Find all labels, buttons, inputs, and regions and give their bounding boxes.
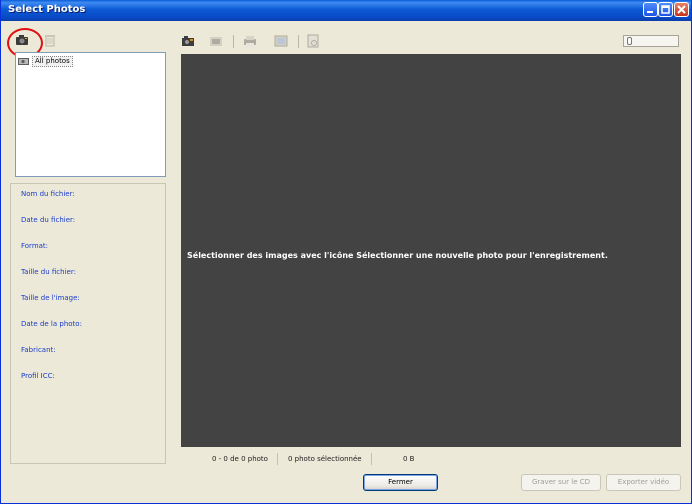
export-video-button[interactable]: Exporter vidéo bbox=[606, 474, 681, 491]
zoom-slider[interactable] bbox=[623, 35, 679, 47]
info-label-file-date: Date du fichier: bbox=[21, 216, 76, 224]
empty-preview-message: Sélectionner des images avec l'icône Sél… bbox=[187, 251, 608, 260]
tree-item-all-photos[interactable]: All photos bbox=[18, 55, 73, 67]
file-info-panel: Nom du fichier: Date du fichier: Format:… bbox=[10, 183, 166, 464]
zoom-slider-thumb[interactable] bbox=[627, 37, 632, 45]
toolbar-separator bbox=[233, 35, 234, 48]
minimize-icon bbox=[647, 11, 653, 13]
selected-count-status: 0 photo sélectionnée bbox=[288, 455, 362, 463]
toolbar-separator bbox=[298, 35, 299, 48]
maximize-button[interactable] bbox=[658, 2, 673, 17]
info-label-icc-profile: Profil ICC: bbox=[21, 372, 55, 380]
burn-cd-button[interactable]: Graver sur le CD bbox=[521, 474, 601, 491]
tree-item-label: All photos bbox=[32, 55, 73, 67]
close-icon bbox=[677, 5, 686, 14]
info-label-filename: Nom du fichier: bbox=[21, 190, 75, 198]
photo-preview-area[interactable]: Sélectionner des images avec l'icône Sél… bbox=[181, 54, 681, 447]
info-label-file-size: Taille du fichier: bbox=[21, 268, 76, 276]
info-label-photo-date: Date de la photo: bbox=[21, 320, 82, 328]
info-label-manufacturer: Fabricant: bbox=[21, 346, 56, 354]
close-window-button[interactable] bbox=[674, 2, 689, 17]
status-separator bbox=[277, 453, 278, 465]
minimize-button[interactable] bbox=[643, 2, 658, 17]
close-button[interactable]: Fermer bbox=[363, 474, 438, 491]
photos-folder-icon bbox=[18, 58, 29, 65]
select-photos-window: Select Photos All photos Nom du fichier:… bbox=[0, 0, 692, 504]
properties-icon[interactable] bbox=[306, 34, 320, 48]
slideshow-icon[interactable] bbox=[274, 34, 288, 48]
maximize-icon bbox=[661, 5, 670, 14]
album-tree[interactable]: All photos bbox=[15, 52, 166, 177]
window-title: Select Photos bbox=[8, 4, 86, 15]
info-label-image-size: Taille de l'image: bbox=[21, 294, 80, 302]
status-separator bbox=[371, 453, 372, 465]
select-photo-icon[interactable] bbox=[181, 34, 195, 48]
delete-icon[interactable] bbox=[43, 33, 57, 47]
selected-size-status: 0 B bbox=[403, 455, 415, 463]
title-bar[interactable]: Select Photos bbox=[1, 0, 691, 21]
photo-list-icon[interactable] bbox=[209, 34, 223, 48]
info-label-format: Format: bbox=[21, 242, 49, 250]
print-icon[interactable] bbox=[243, 34, 257, 48]
photo-count-status: 0 - 0 de 0 photo bbox=[212, 455, 268, 463]
preview-toolbar bbox=[181, 34, 681, 50]
